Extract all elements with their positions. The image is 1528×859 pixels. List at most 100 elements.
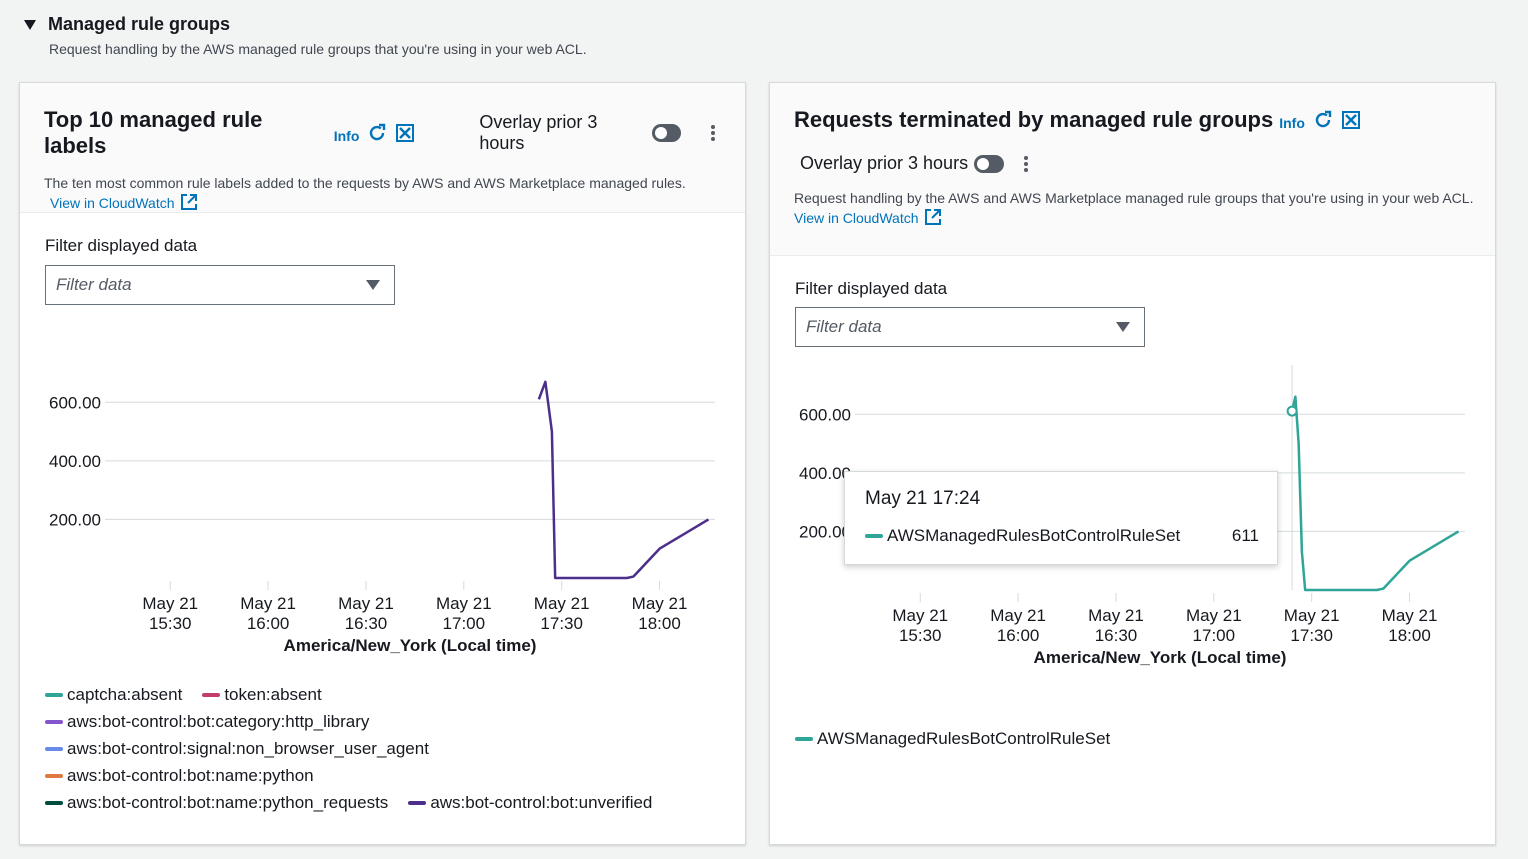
x-tick-label: May 21 17:00 [1186, 606, 1242, 645]
legend-item[interactable]: aws:bot-control:bot:unverified [408, 789, 652, 816]
cloudwatch-link-text[interactable]: View in CloudWatch [50, 195, 175, 211]
filter-placeholder: Filter data [806, 317, 882, 336]
chart-tooltip: May 21 17:24 AWSManagedRulesBotControlRu… [844, 471, 1278, 565]
legend-item[interactable]: token:absent [202, 681, 322, 708]
overlay-label: Overlay prior 3 hours [479, 112, 598, 153]
overlay-toggle-group: Overlay prior 3 hours [479, 112, 682, 154]
refresh-icon[interactable] [367, 123, 387, 143]
legend-swatch [408, 800, 427, 805]
x-tick-label: May 21 15:30 [142, 594, 198, 633]
overlay-toggle-group: Overlay prior 3 hours [800, 153, 1471, 174]
section-description: Request handling by the AWS managed rule… [49, 41, 587, 57]
panel-header: Requests terminated by managed rule grou… [770, 83, 1495, 256]
legend-row: aws:bot-control:bot:name:python [45, 762, 735, 789]
legend-label: token:absent [224, 684, 322, 704]
legend-item[interactable]: captcha:absent [45, 681, 182, 708]
tooltip-series: AWSManagedRulesBotControlRuleSet [887, 526, 1181, 545]
hover-point[interactable] [1286, 405, 1298, 417]
external-link-icon [925, 209, 942, 225]
tooltip-value: 611 [1231, 526, 1259, 545]
section-title-text: Managed rule groups [48, 14, 231, 34]
overlay-toggle[interactable] [974, 154, 1005, 173]
panel-top-rule-labels: Top 10 managed rule labels Info Overlay … [19, 82, 746, 845]
more-options-icon[interactable] [1018, 155, 1034, 172]
x-axis-title: America/New_York (Local time) [1034, 648, 1287, 667]
legend-label: aws:bot-control:bot:name:python_requests [67, 792, 389, 812]
legend-label: aws:bot-control:bot:name:python [67, 765, 314, 785]
dropdown-arrow-icon [1116, 322, 1130, 332]
x-tick-label: May 21 17:00 [436, 594, 492, 633]
x-tick-label: May 21 15:30 [892, 606, 948, 645]
y-tick-label: 600.00 [799, 405, 851, 424]
x-tick-label: May 21 18:00 [1382, 606, 1438, 645]
x-tick-label: May 21 18:00 [632, 594, 688, 633]
more-options-icon[interactable] [705, 125, 721, 141]
panel-description: The ten most common rule labels added to… [44, 173, 714, 213]
legend-item[interactable]: aws:bot-control:bot:name:python [45, 762, 314, 789]
legend-label: aws:bot-control:signal:non_browser_user_… [67, 738, 429, 758]
x-tick-label: May 21 16:30 [338, 594, 394, 633]
legend-swatch [45, 773, 63, 778]
panel-description-text: Request handling by the AWS and AWS Mark… [794, 190, 1474, 206]
filter-label: Filter displayed data [795, 279, 948, 298]
tooltip-time: May 21 17:24 [865, 488, 981, 509]
legend-item[interactable]: aws:bot-control:bot:category:http_librar… [45, 708, 369, 735]
panel-title: Top 10 managed rule labels [44, 107, 263, 158]
legend-label: aws:bot-control:bot:category:http_librar… [67, 711, 370, 731]
chart-legend: captcha:absent token:absent aws:bot-contro… [45, 681, 735, 816]
legend-item[interactable]: aws:bot-control:bot:name:python_requests [45, 789, 388, 816]
external-link-icon [181, 194, 198, 210]
y-tick-label: 200.00 [49, 510, 101, 529]
refresh-icon[interactable] [1313, 110, 1333, 130]
section-title[interactable]: Managed rule groups [24, 14, 587, 35]
filter-select[interactable]: Filter data [795, 307, 1145, 347]
y-tick-label: 400.00 [49, 452, 101, 471]
legend-label: captcha:absent [67, 684, 183, 704]
legend-row: captcha:absent token:absent [45, 681, 735, 708]
info-link[interactable]: Info [334, 128, 360, 144]
cloudwatch-link[interactable]: View in CloudWatch [50, 194, 198, 211]
tooltip-row: AWSManagedRulesBotControlRuleSet 611 [865, 526, 1259, 546]
info-link[interactable]: Info [1279, 115, 1305, 131]
chart-legend: AWSManagedRulesBotControlRuleSet [795, 725, 1485, 752]
legend-row: AWSManagedRulesBotControlRuleSet [795, 725, 1485, 752]
legend-swatch [202, 692, 221, 697]
x-tick-label: May 21 17:30 [534, 594, 590, 633]
x-tick-label: May 21 16:00 [990, 606, 1046, 645]
legend-row: aws:bot-control:bot:category:http_librar… [45, 708, 735, 735]
series-line[interactable] [1290, 395, 1460, 592]
y-tick-label: 600.00 [49, 393, 101, 412]
panel-description-text: The ten most common rule labels added to… [44, 175, 686, 191]
legend-swatch [45, 746, 63, 751]
legend-item[interactable]: aws:bot-control:signal:non_browser_user_… [45, 735, 429, 762]
expand-icon[interactable] [395, 123, 415, 143]
overlay-label: Overlay prior 3 hours [800, 153, 969, 173]
legend-swatch [45, 800, 63, 805]
line-chart-top-labels: 200.00 400.00 600.00 May 21 15:30 May 21 16:00… [49, 380, 715, 655]
x-axis-title: America/New_York (Local time) [284, 636, 537, 655]
panel-title: Requests terminated by managed rule grou… [794, 107, 1274, 132]
legend-swatch [795, 736, 813, 741]
filter-placeholder: Filter data [56, 275, 132, 294]
filter-label: Filter displayed data [45, 236, 198, 255]
overlay-toggle[interactable] [651, 124, 682, 142]
legend-label: AWSManagedRulesBotControlRuleSet [817, 728, 1111, 748]
dropdown-arrow-icon [366, 280, 380, 290]
cloudwatch-link-text[interactable]: View in CloudWatch [794, 210, 919, 226]
expand-icon[interactable] [1341, 110, 1361, 130]
x-tick-label: May 21 16:30 [1088, 606, 1144, 645]
legend-row: aws:bot-control:bot:name:python_requests… [45, 789, 735, 816]
legend-swatch [45, 692, 63, 697]
caret-down-icon[interactable] [24, 19, 36, 30]
cloudwatch-link[interactable]: View in CloudWatch [794, 209, 942, 226]
filter-select[interactable]: Filter data [45, 265, 395, 305]
x-tick-label: May 21 17:30 [1284, 606, 1340, 645]
series-line[interactable] [537, 380, 710, 580]
legend-item[interactable]: AWSManagedRulesBotControlRuleSet [795, 725, 1110, 752]
legend-swatch [45, 719, 63, 724]
panel-requests-terminated: Requests terminated by managed rule grou… [769, 82, 1496, 845]
tooltip-swatch [865, 534, 883, 538]
legend-label: aws:bot-control:bot:unverified [430, 792, 653, 812]
legend-row: aws:bot-control:signal:non_browser_user_… [45, 735, 735, 762]
panel-description: Request handling by the AWS and AWS Mark… [794, 188, 1474, 228]
